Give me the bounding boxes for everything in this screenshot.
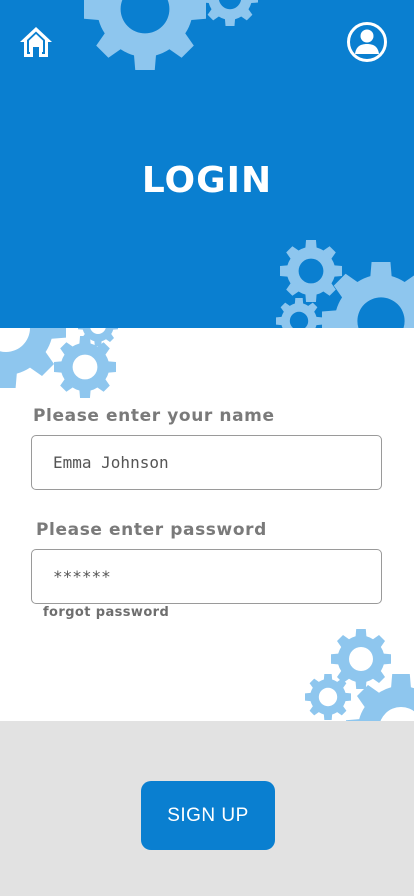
- password-input[interactable]: [31, 549, 382, 604]
- gear-icon: [346, 674, 414, 721]
- gear-icon: [202, 0, 258, 26]
- login-form: Please enter your name Please enter pass…: [0, 328, 414, 721]
- sign-up-button[interactable]: SIGN UP: [141, 781, 275, 850]
- gear-icon: [305, 674, 351, 720]
- password-label: Please enter password: [36, 520, 267, 540]
- name-label: Please enter your name: [33, 406, 275, 426]
- name-input[interactable]: [31, 435, 382, 490]
- home-icon[interactable]: [18, 24, 54, 60]
- page-title: LOGIN: [141, 160, 273, 201]
- gear-icon: [84, 0, 206, 70]
- gear-icon: [78, 328, 118, 346]
- forgot-password-link[interactable]: forgot password: [43, 605, 169, 620]
- footer-bar: SIGN UP: [0, 721, 414, 896]
- profile-icon[interactable]: [346, 21, 388, 63]
- gear-icon: [276, 298, 322, 328]
- gear-icon: [322, 262, 414, 328]
- header-banner: LOGIN: [0, 0, 414, 328]
